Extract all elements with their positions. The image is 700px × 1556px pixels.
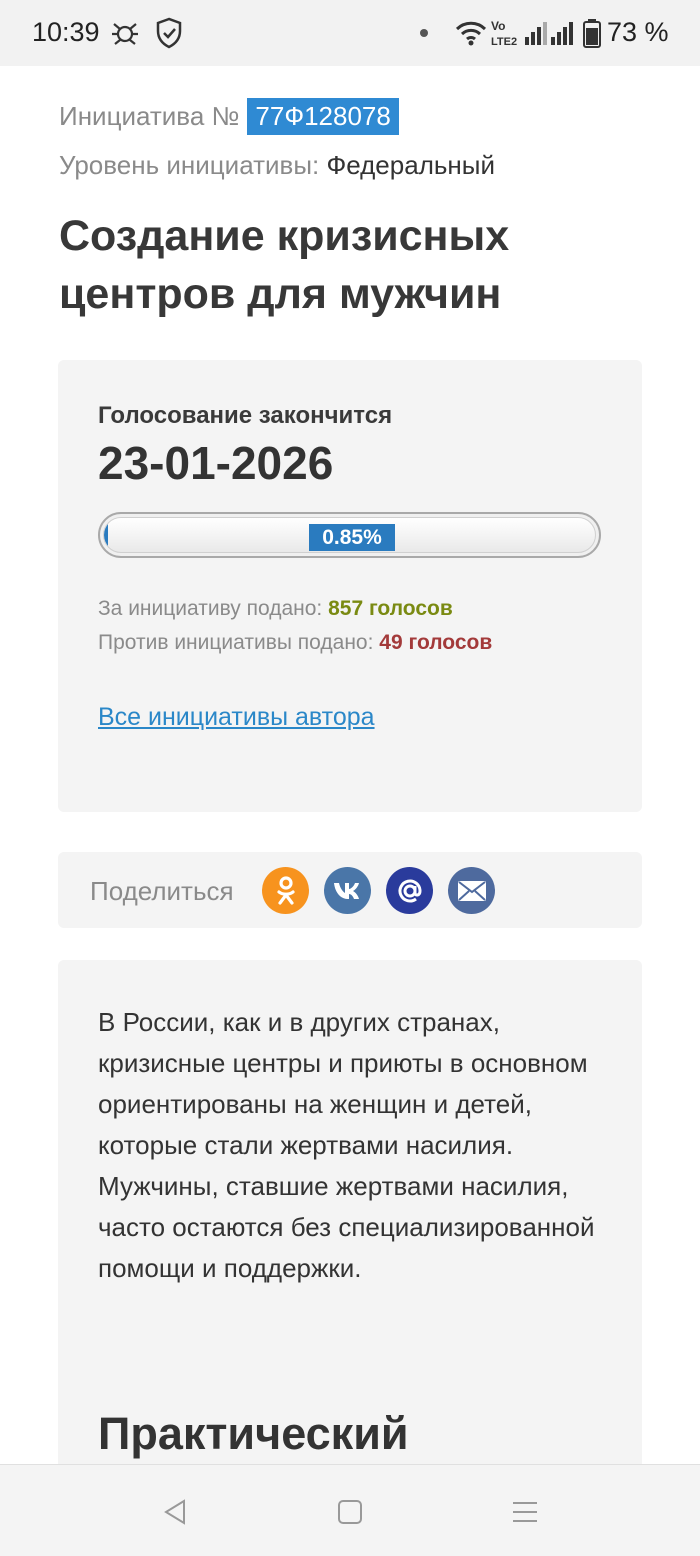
- votes-against-label: Против инициативы подано:: [98, 631, 374, 654]
- menu-icon[interactable]: [508, 1495, 542, 1529]
- page-title: Создание кризисных центров для мужчин: [59, 212, 510, 318]
- share-label: Поделиться: [90, 876, 234, 906]
- initiative-number-label: Инициатива №: [59, 101, 240, 131]
- initiative-number-line: Инициатива № 77Ф128078: [59, 98, 399, 135]
- back-icon[interactable]: [158, 1495, 192, 1529]
- votes-for-label: За инициативу подано:: [98, 597, 323, 620]
- description-text: В России, как и в других странах, кризис…: [98, 1007, 595, 1283]
- votes-for-line: За инициативу подано: 857 голосов: [98, 597, 453, 621]
- home-icon[interactable]: [333, 1495, 367, 1529]
- vote-card: Голосование закончится 23-01-2026 0.85% …: [58, 360, 642, 812]
- initiative-level-line: Уровень инициативы: Федеральный: [59, 150, 495, 181]
- vote-ends-date: 23-01-2026: [98, 437, 334, 489]
- status-bar: 10:39 Vo LTE2 73 %: [0, 0, 700, 66]
- shield-icon: [155, 17, 183, 49]
- svg-text:LTE2: LTE2: [491, 36, 517, 48]
- vote-progress-bar: 0.85%: [98, 512, 601, 558]
- initiative-level-value: Федеральный: [326, 150, 495, 180]
- author-initiatives-link[interactable]: Все инициативы автора: [98, 703, 375, 732]
- votes-for-value: 857 голосов: [328, 597, 453, 620]
- battery-percent: 73 %: [607, 17, 669, 47]
- volte-icon: Vo LTE2: [490, 17, 522, 49]
- vk-icon[interactable]: [324, 867, 371, 914]
- battery-icon: [583, 17, 601, 49]
- email-icon[interactable]: [448, 867, 495, 914]
- initiative-number: 77Ф128078: [247, 98, 399, 135]
- status-time: 10:39: [32, 17, 100, 47]
- signal-icon: [524, 17, 548, 49]
- dot-icon: [418, 17, 430, 49]
- vote-ends-label: Голосование закончится: [98, 402, 393, 429]
- svg-text:Vo: Vo: [491, 19, 505, 33]
- signal-icon: [550, 17, 574, 49]
- initiative-level-label: Уровень инициативы:: [59, 150, 320, 180]
- system-nav-bar: [0, 1464, 700, 1556]
- mailru-icon[interactable]: [386, 867, 433, 914]
- progress-label: 0.85%: [309, 524, 395, 551]
- description-heading: Практический: [98, 1408, 409, 1459]
- votes-against-line: Против инициативы подано: 49 голосов: [98, 631, 492, 655]
- odnoklassniki-icon[interactable]: [262, 867, 309, 914]
- votes-against-value: 49 голосов: [379, 631, 493, 654]
- share-card: Поделиться: [58, 852, 642, 928]
- progress-fill: [104, 518, 109, 552]
- wifi-icon: [454, 17, 488, 49]
- drweb-icon: [108, 17, 142, 49]
- description-card: В России, как и в других странах, кризис…: [58, 960, 642, 1480]
